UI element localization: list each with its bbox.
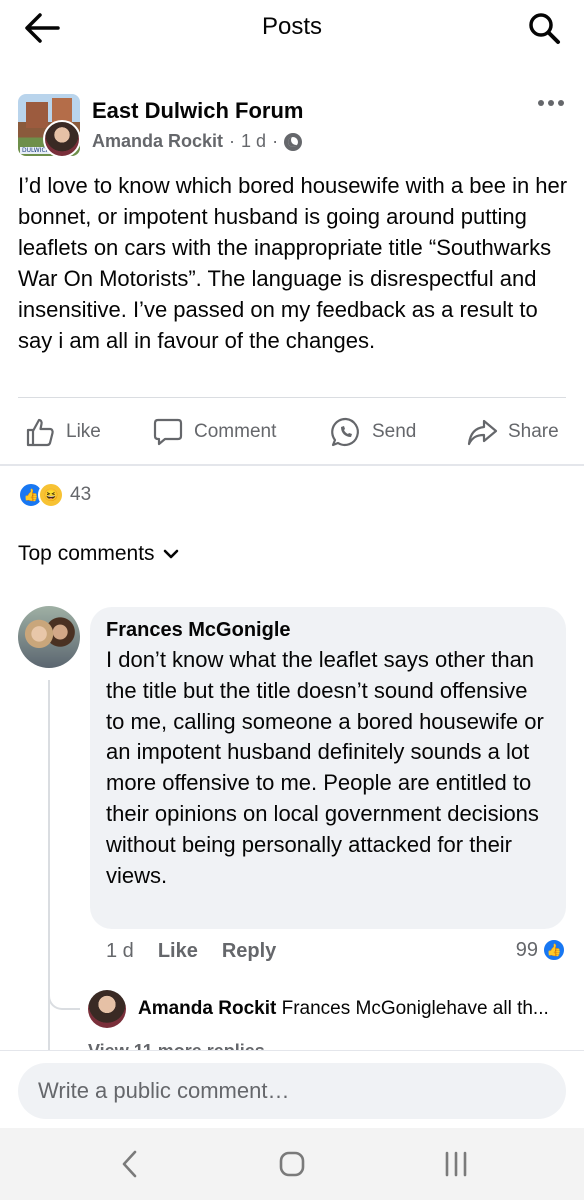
divider — [18, 397, 566, 398]
like-label: Like — [66, 421, 101, 442]
system-home-icon[interactable] — [272, 1146, 312, 1182]
post-header: DULWICH East Dulwich Forum Amanda Rockit… — [18, 94, 566, 158]
view-more-replies[interactable]: View 11 more replies — [88, 1040, 265, 1050]
comment-reply-button[interactable]: Reply — [222, 940, 276, 963]
send-label: Send — [372, 421, 417, 442]
system-back-icon[interactable] — [110, 1146, 150, 1182]
group-name[interactable]: East Dulwich Forum — [92, 98, 303, 124]
author-avatar[interactable] — [43, 120, 81, 158]
section-divider — [0, 464, 584, 466]
post-meta: Amanda Rockit · 1 d · — [92, 131, 303, 152]
comment-like-button[interactable]: Like — [158, 940, 198, 963]
comment-reaction-count[interactable]: 99 👍 — [516, 938, 566, 962]
system-recents-icon[interactable] — [436, 1146, 476, 1182]
reply-avatar[interactable] — [88, 990, 126, 1028]
reactions-summary[interactable]: 👍 😆 43 — [18, 482, 91, 508]
thumbs-up-icon — [26, 418, 54, 447]
chevron-down-icon — [163, 549, 178, 559]
share-button[interactable]: Share — [466, 416, 559, 448]
share-arrow-icon — [467, 419, 498, 446]
comments-sort-label: Top comments — [18, 542, 155, 565]
comment-text: I don’t know what the leaflet says other… — [106, 647, 544, 888]
search-icon[interactable] — [526, 10, 562, 46]
comment-meta: 1 d Like Reply — [106, 940, 276, 963]
page-title: Posts — [261, 13, 323, 40]
whatsapp-icon — [331, 417, 359, 447]
comment-time[interactable]: 1 d — [106, 940, 134, 963]
comment-like-count: 99 — [515, 938, 538, 961]
share-label: Share — [508, 421, 559, 442]
system-navigation-bar — [0, 1128, 584, 1200]
meta-separator: · — [272, 131, 279, 151]
commenter-avatar[interactable] — [18, 606, 80, 668]
building-shape — [26, 102, 48, 128]
reply-author: Amanda Rockit — [138, 998, 277, 1019]
send-button[interactable]: Send — [330, 416, 416, 448]
post-time[interactable]: 1 d — [241, 131, 266, 152]
haha-reaction-icon: 😆 — [38, 482, 64, 508]
reply-text: Frances McGoniglehave all th... — [281, 998, 549, 1019]
top-bar: Posts — [0, 0, 584, 58]
comment-bubble[interactable]: Frances McGonigle I don’t know what the … — [90, 607, 566, 929]
comments-sort-dropdown[interactable]: Top comments — [18, 542, 179, 566]
post-author[interactable]: Amanda Rockit — [92, 131, 223, 152]
globe-icon — [284, 132, 303, 151]
comment-composer-bar — [0, 1050, 584, 1128]
comment-icon — [153, 418, 183, 446]
post-text: I’d love to know which bored housewife w… — [18, 173, 568, 353]
post-actions: Like Comment Send Share — [0, 402, 584, 462]
commenter-name[interactable]: Frances McGonigle — [106, 617, 550, 643]
comment-label: Comment — [194, 421, 277, 442]
meta-separator: · — [229, 131, 236, 151]
comment-button[interactable]: Comment — [152, 416, 276, 448]
like-reaction-icon: 👍 — [542, 938, 566, 962]
reply-preview[interactable]: Amanda Rockit Frances McGoniglehave all … — [138, 998, 568, 1020]
reaction-count: 43 — [70, 484, 92, 505]
like-button[interactable]: Like — [24, 416, 101, 448]
reply-connector — [48, 990, 80, 1010]
comment-input[interactable] — [38, 1078, 546, 1104]
more-options-icon[interactable] — [538, 100, 566, 112]
comment-composer[interactable] — [18, 1063, 566, 1119]
